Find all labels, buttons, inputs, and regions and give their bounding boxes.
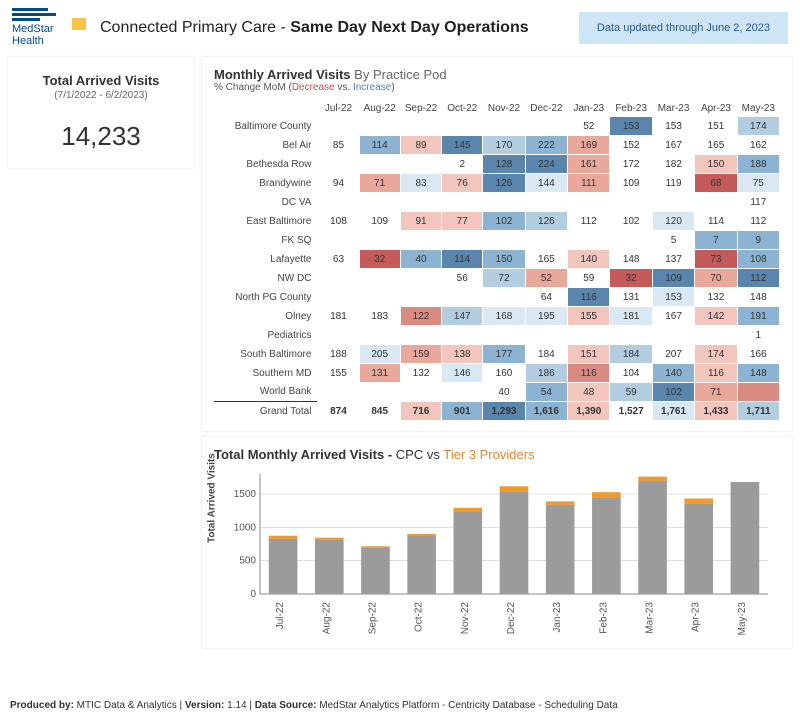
- heatmap-row: Bethesda Row2128224161172182150188: [214, 155, 780, 174]
- heatmap-row: FK SQ579: [214, 231, 780, 250]
- header: MedStar Health Connected Primary Care - …: [0, 0, 800, 51]
- heatmap-title: Monthly Arrived Visits By Practice Pod: [214, 67, 780, 82]
- svg-text:Feb-23: Feb-23: [598, 602, 609, 634]
- heatmap-row: Pediatrics1: [214, 326, 780, 345]
- heatmap-row: North PG County64116131153132148: [214, 288, 780, 307]
- heatmap-row: Lafayette63324011415016514014813773108: [214, 250, 780, 269]
- svg-text:Dec-22: Dec-22: [506, 602, 517, 635]
- svg-text:Nov-22: Nov-22: [460, 602, 471, 635]
- page-title: Connected Primary Care - Same Day Next D…: [100, 19, 579, 37]
- heatmap-row: Bel Air8511489145170222169152167165162: [214, 136, 780, 155]
- dashboard-page: MedStar Health Connected Primary Care - …: [0, 0, 800, 715]
- svg-text:1500: 1500: [234, 489, 257, 500]
- footer: Produced by: MTIC Data & Analytics | Ver…: [10, 700, 618, 711]
- svg-text:Jan-23: Jan-23: [552, 602, 563, 633]
- kpi-label: Total Arrived Visits: [16, 73, 186, 88]
- kpi-value: 14,233: [16, 121, 186, 152]
- heatmap-row: Southern MD15513113214616018611610414011…: [214, 364, 780, 383]
- barchart-svg: 0 500 1000 1500 Jul-22 Aug-22 Sep-22 Oct-22 Nov-…: [214, 468, 774, 636]
- heatmap-row: NW DC567252593210970112: [214, 269, 780, 288]
- barchart-yaxis-label: Total Arrived Visits: [207, 453, 218, 543]
- svg-text:Apr-23: Apr-23: [691, 602, 702, 632]
- svg-text:Aug-22: Aug-22: [321, 602, 332, 635]
- heatmap-row: DC VA117: [214, 193, 780, 212]
- svg-text:1000: 1000: [234, 522, 257, 533]
- brand-logo: MedStar Health: [12, 8, 82, 47]
- data-updated-pill: Data updated through June 2, 2023: [579, 12, 788, 44]
- svg-text:500: 500: [239, 556, 256, 567]
- heatmap-row: Brandywine947183761261441111091196875: [214, 174, 780, 193]
- svg-text:Oct-22: Oct-22: [414, 602, 425, 632]
- heatmap-row: Grand Total8748457169011,2931,6161,3901,…: [214, 402, 780, 421]
- heatmap-row: World Bank4054485910271: [214, 383, 780, 402]
- kpi-card-total-visits: Total Arrived Visits (7/1/2022 - 6/2/202…: [8, 57, 194, 168]
- barchart-title: Total Monthly Arrived Visits - CPC vs Ti…: [214, 447, 780, 462]
- svg-text:May-23: May-23: [737, 602, 748, 636]
- svg-text:Mar-23: Mar-23: [645, 602, 656, 634]
- heatmap-row: Baltimore County52153153151174: [214, 117, 780, 136]
- heatmap-row: East Baltimore10810991771021261121021201…: [214, 212, 780, 231]
- svg-text:0: 0: [250, 589, 256, 600]
- svg-text:Jul-22: Jul-22: [275, 602, 286, 630]
- barchart-panel: Total Monthly Arrived Visits - CPC vs Ti…: [202, 437, 792, 648]
- heatmap-subtitle: % Change MoM (Decrease vs. Increase): [214, 82, 780, 93]
- heatmap-panel: Monthly Arrived Visits By Practice Pod %…: [202, 57, 792, 431]
- svg-text:Sep-22: Sep-22: [367, 602, 378, 635]
- heatmap-row: Olney181183122147168195155181167142191: [214, 307, 780, 326]
- heatmap-table: Jul-22Aug-22Sep-22Oct-22Nov-22Dec-22Jan-…: [214, 101, 780, 421]
- kpi-date-range: (7/1/2022 - 6/2/2023): [16, 90, 186, 101]
- heatmap-row: South Baltimore1882051591381771841511842…: [214, 345, 780, 364]
